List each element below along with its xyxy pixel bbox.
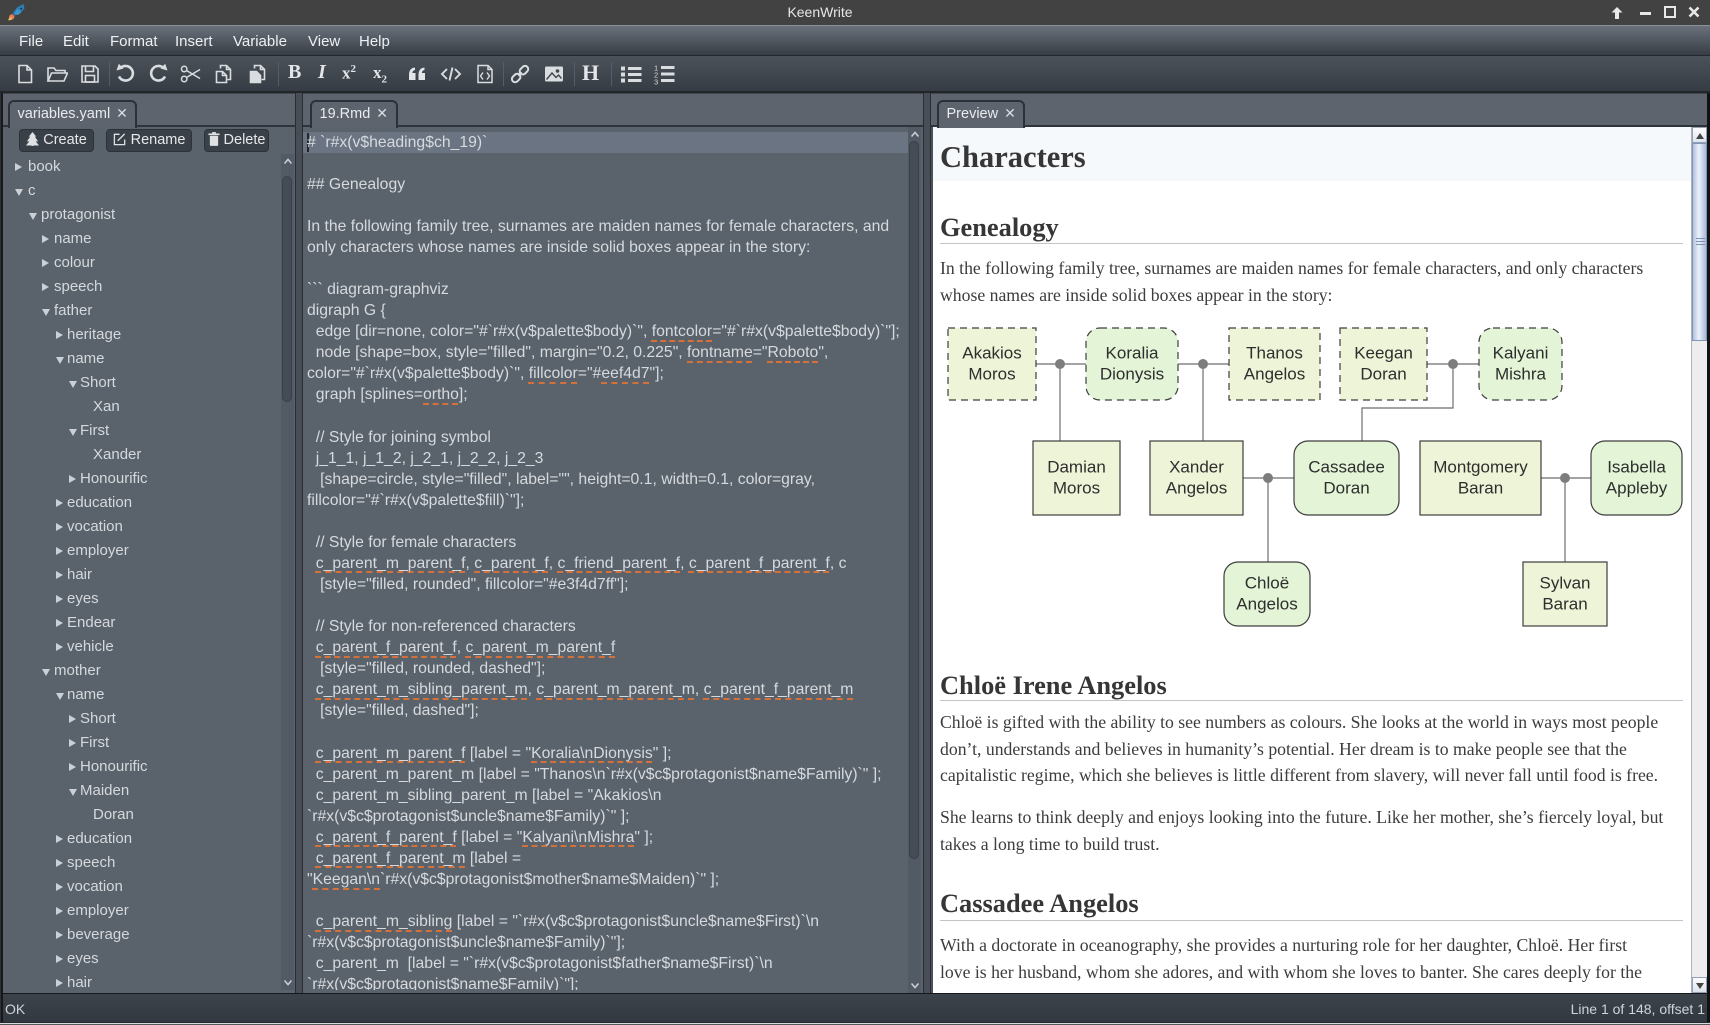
svg-text:Thanos: Thanos [1246, 344, 1303, 363]
svg-text:Akakios: Akakios [962, 344, 1022, 363]
svg-text:Kalyani: Kalyani [1493, 344, 1549, 363]
svg-text:Sylvan: Sylvan [1539, 574, 1590, 593]
svg-text:Koralia: Koralia [1106, 344, 1159, 363]
svg-text:Doran: Doran [1323, 479, 1369, 498]
svg-text:Mishra: Mishra [1495, 365, 1547, 384]
svg-text:Appleby: Appleby [1606, 479, 1668, 498]
svg-text:Angelos: Angelos [1244, 365, 1305, 384]
svg-text:Montgomery: Montgomery [1433, 458, 1528, 477]
svg-text:Cassadee: Cassadee [1308, 458, 1385, 477]
svg-text:3: 3 [654, 78, 658, 86]
svg-text:Baran: Baran [1542, 595, 1587, 614]
svg-text:Moros: Moros [1053, 479, 1100, 498]
svg-text:Xander: Xander [1169, 458, 1224, 477]
svg-text:Angelos: Angelos [1166, 479, 1227, 498]
svg-text:Keegan: Keegan [1354, 344, 1413, 363]
svg-text:Damian: Damian [1047, 458, 1106, 477]
svg-text:Moros: Moros [968, 365, 1015, 384]
svg-text:Dionysis: Dionysis [1100, 365, 1164, 384]
svg-text:Chloë: Chloë [1245, 574, 1289, 593]
svg-text:Isabella: Isabella [1607, 458, 1666, 477]
svg-text:Doran: Doran [1360, 365, 1406, 384]
svg-text:Angelos: Angelos [1236, 595, 1297, 614]
svg-text:Baran: Baran [1458, 479, 1503, 498]
